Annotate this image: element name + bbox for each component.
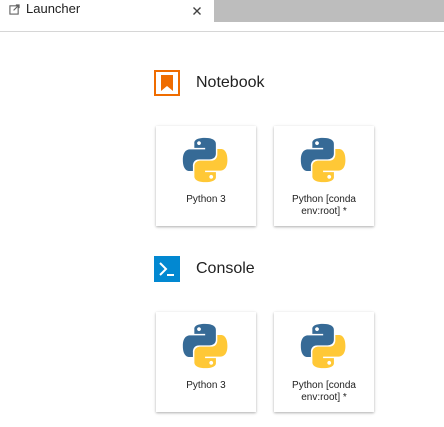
launch-icon	[9, 4, 20, 15]
notebook-python-conda-card[interactable]: Python [conda env:root] *	[274, 126, 374, 226]
card-label: Python 3	[186, 380, 226, 391]
close-icon[interactable]	[190, 4, 204, 18]
card-label: Python [conda env:root] *	[292, 194, 356, 217]
python-logo-icon	[182, 136, 228, 184]
tab-launcher[interactable]: Launcher	[0, 0, 212, 32]
python-logo-icon	[300, 136, 346, 184]
console-python3-card[interactable]: Python 3	[156, 312, 256, 412]
tab-bar: Launcher	[0, 0, 444, 32]
card-label: Python [conda env:root] *	[292, 380, 356, 403]
python-logo-icon	[300, 322, 346, 370]
console-section-header: Console	[154, 256, 414, 286]
tab-bar-empty-area	[214, 0, 444, 22]
notebook-python3-card[interactable]: Python 3	[156, 126, 256, 226]
notebook-section-title: Notebook	[196, 74, 265, 91]
notebook-icon	[154, 70, 180, 96]
console-python-conda-card[interactable]: Python [conda env:root] *	[274, 312, 374, 412]
tab-label: Launcher	[26, 1, 81, 16]
notebook-section-header: Notebook	[154, 70, 414, 100]
divider	[0, 31, 444, 32]
python-logo-icon	[182, 322, 228, 370]
console-section-title: Console	[196, 260, 255, 277]
card-label: Python 3	[186, 194, 226, 205]
console-icon	[154, 256, 180, 282]
